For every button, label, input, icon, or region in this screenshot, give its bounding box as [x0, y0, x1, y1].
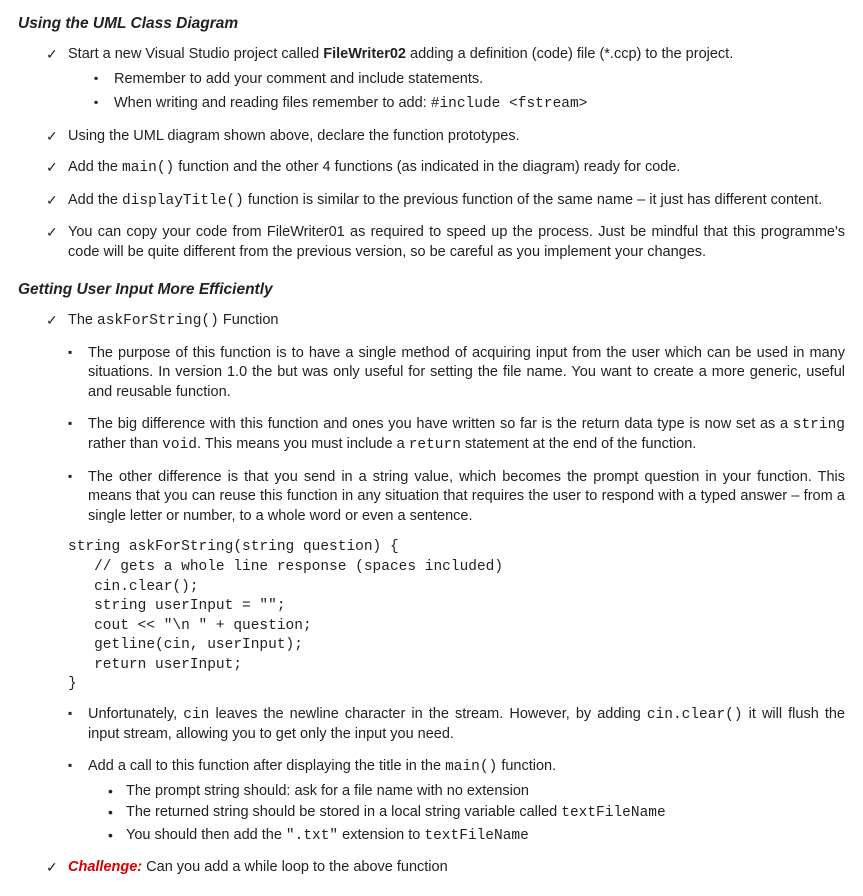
- s2-bullets: The purpose of this function is to have …: [68, 344, 845, 846]
- s1-item-3-post: function and the other 4 functions (as i…: [174, 159, 680, 175]
- textfilename-code-2: textFileName: [424, 828, 528, 844]
- s2-b4-t1: Unfortunately,: [88, 706, 183, 722]
- return-code: return: [409, 437, 461, 453]
- s2-b5-dots: The prompt string should: ask for a file…: [88, 782, 845, 847]
- challenge-label: Challenge:: [68, 859, 142, 875]
- s1-item-3: Add the main() function and the other 4 …: [46, 158, 845, 179]
- s1-item-1-bold: FileWriter02: [323, 46, 406, 62]
- s2-intro-post: Function: [219, 312, 279, 328]
- dot-1: The prompt string should: ask for a file…: [108, 782, 845, 802]
- cin-code: cin: [183, 707, 209, 723]
- s1-item-5: You can copy your code from FileWriter01…: [46, 223, 845, 262]
- s2-intro: The askForString() Function The purpose …: [46, 311, 845, 846]
- askforstring-code: askForString(): [97, 313, 219, 329]
- s2-b2-t1: The big difference with this function an…: [88, 416, 793, 432]
- s1-item-1-sub-2: When writing and reading files remember …: [94, 94, 845, 115]
- s2-intro-pre: The: [68, 312, 97, 328]
- dot-2-t1: The returned string should be stored in …: [126, 804, 561, 820]
- s2-b3: The other difference is that you send in…: [68, 468, 845, 527]
- s1-item-1-post: adding a definition (code) file (*.ccp) …: [406, 46, 733, 62]
- s2-b1: The purpose of this function is to have …: [68, 344, 845, 403]
- s2-b5-t1: Add a call to this function after displa…: [88, 758, 445, 774]
- s1-item-1: Start a new Visual Studio project called…: [46, 45, 845, 115]
- txt-ext-code: ".txt": [286, 828, 338, 844]
- cin-clear-code: cin.clear(): [647, 707, 743, 723]
- section2-heading: Getting User Input More Efficiently: [18, 280, 845, 301]
- askforstring-codeblock: string askForString(string question) { /…: [68, 538, 845, 695]
- s2-b4-t2: leaves the newline character in the stre…: [209, 706, 646, 722]
- s2-b2-t3: . This means you must include a: [197, 436, 409, 452]
- dot-2: The returned string should be stored in …: [108, 803, 845, 824]
- section1-heading: Using the UML Class Diagram: [18, 14, 845, 35]
- s1-item-2: Using the UML diagram shown above, decla…: [46, 127, 845, 147]
- s1-item-1-pre: Start a new Visual Studio project called: [68, 46, 323, 62]
- s1-item-3-pre: Add the: [68, 159, 122, 175]
- s2-b2-t4: statement at the end of the function.: [461, 436, 696, 452]
- s2-b5: Add a call to this function after displa…: [68, 757, 845, 846]
- dot-3-t2: extension to: [338, 827, 424, 843]
- dot-3: You should then add the ".txt" extension…: [108, 826, 845, 847]
- include-fstream-code: #include <fstream>: [431, 96, 588, 112]
- s1-item-1-subs: Remember to add your comment and include…: [68, 70, 845, 114]
- challenge-text: Can you add a while loop to the above fu…: [142, 859, 448, 875]
- section2-list: The askForString() Function The purpose …: [18, 311, 845, 878]
- s1-item-4: Add the displayTitle() function is simil…: [46, 191, 845, 212]
- s2-b2: The big difference with this function an…: [68, 415, 845, 456]
- s1-item-4-post: function is similar to the previous func…: [244, 192, 822, 208]
- main-code-2: main(): [445, 759, 497, 775]
- section1-list: Start a new Visual Studio project called…: [18, 45, 845, 263]
- s1-item-1-sub-2-pre: When writing and reading files remember …: [114, 95, 431, 111]
- string-type-code: string: [793, 417, 845, 433]
- s2-b5-t2: function.: [497, 758, 556, 774]
- displaytitle-code: displayTitle(): [122, 193, 244, 209]
- challenge-item: Challenge: Can you add a while loop to t…: [46, 858, 845, 878]
- textfilename-code: textFileName: [561, 805, 665, 821]
- s1-item-4-pre: Add the: [68, 192, 122, 208]
- s2-b4: Unfortunately, cin leaves the newline ch…: [68, 705, 845, 745]
- main-fn-code: main(): [122, 160, 174, 176]
- s1-item-1-sub-1: Remember to add your comment and include…: [94, 70, 845, 90]
- void-type-code: void: [162, 437, 197, 453]
- s2-b2-t2: rather than: [88, 436, 162, 452]
- dot-3-t1: You should then add the: [126, 827, 286, 843]
